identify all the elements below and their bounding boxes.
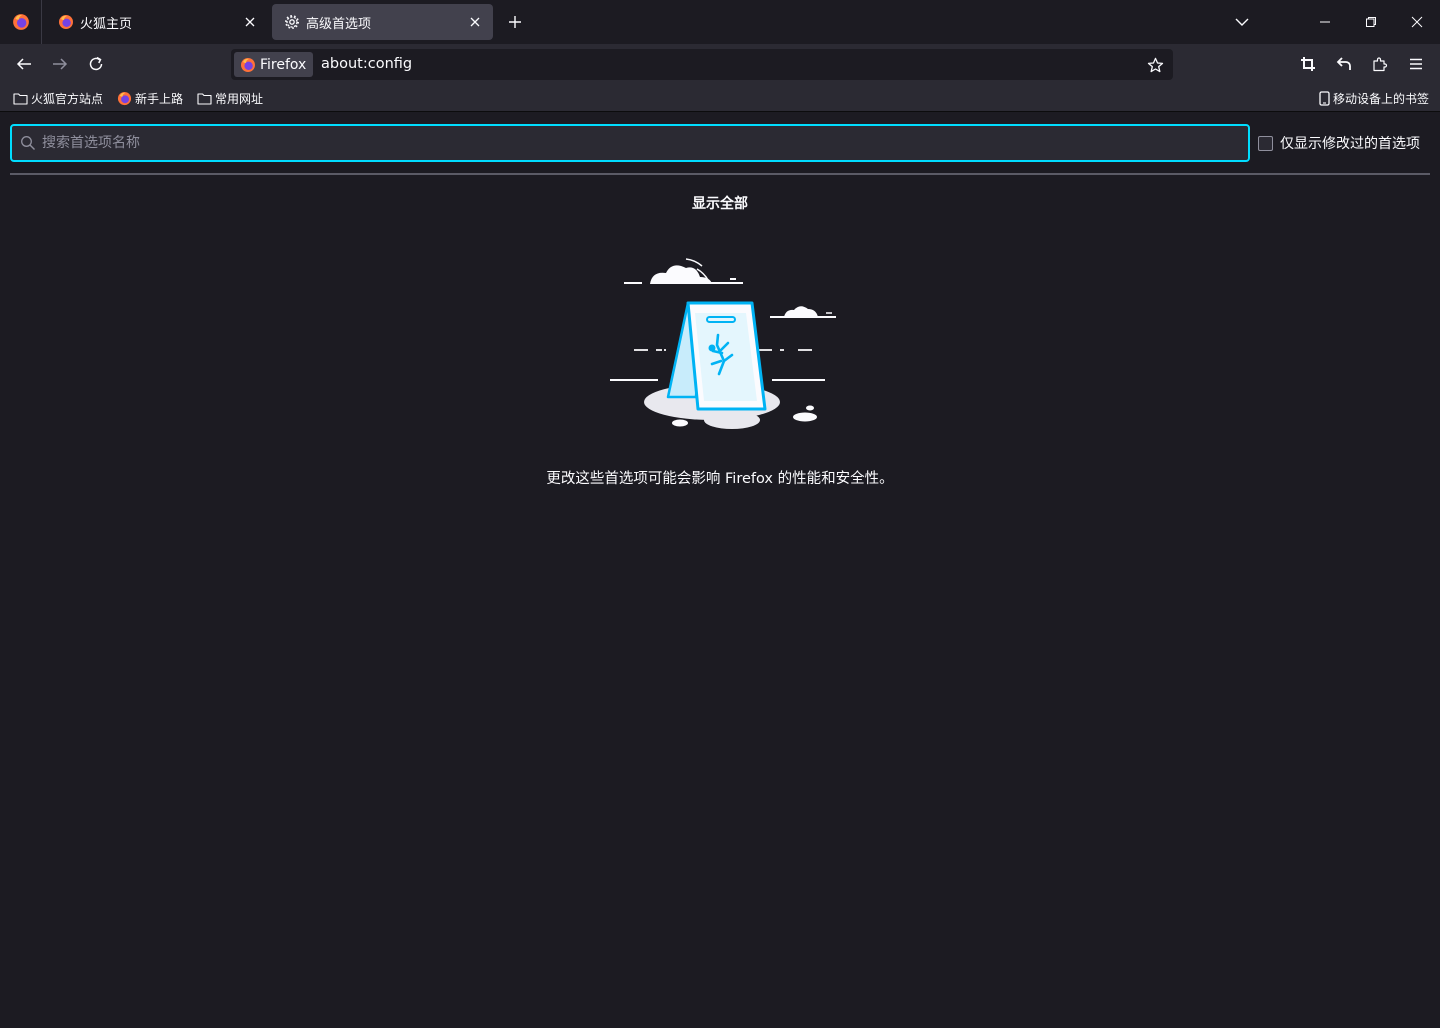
show-modified-only-label: 仅显示修改过的首选项: [1280, 136, 1420, 152]
bookmark-label: 常用网址: [215, 91, 264, 106]
arrow-left-icon: [16, 58, 31, 70]
firefox-logo-icon: [12, 14, 29, 30]
search-box[interactable]: [10, 124, 1250, 162]
bookmark-item-official-site[interactable]: 火狐官方站点: [12, 88, 103, 108]
bookmark-label: 火狐官方站点: [31, 91, 104, 106]
firefox-icon: [58, 14, 74, 30]
crop-icon: [1301, 57, 1315, 71]
mobile-icon: [1316, 90, 1332, 106]
arrow-right-icon: [53, 58, 68, 70]
reload-icon: [89, 56, 103, 71]
show-all-button[interactable]: 显示全部: [0, 193, 1440, 213]
undo-close-tab-button[interactable]: [1330, 50, 1358, 78]
bookmark-item-common-sites[interactable]: 常用网址: [196, 88, 263, 108]
divider: [10, 173, 1430, 175]
url-input[interactable]: about:config: [321, 49, 412, 80]
nav-bar: Firefox about:config: [0, 44, 1440, 84]
identity-box[interactable]: Firefox: [234, 52, 314, 77]
new-tab-button[interactable]: [503, 10, 527, 34]
close-window-button[interactable]: [1394, 0, 1440, 44]
chevron-down-icon: [1235, 18, 1249, 26]
minimize-icon: [1320, 21, 1330, 23]
tab-advanced-preferences[interactable]: 高级首选项: [272, 4, 493, 40]
tab-title: 高级首选项: [306, 16, 372, 32]
restore-icon: [1366, 17, 1376, 27]
folder-icon: [196, 90, 212, 106]
firefox-menu-button[interactable]: [0, 0, 42, 44]
hamburger-menu-icon: [1410, 58, 1422, 70]
close-tab-icon[interactable]: [467, 14, 483, 30]
plus-icon: [509, 16, 521, 28]
bookmark-star-button[interactable]: [1143, 53, 1167, 77]
screenshot-button[interactable]: [1294, 50, 1322, 78]
close-tab-icon[interactable]: [242, 14, 258, 30]
minimize-button[interactable]: [1302, 0, 1348, 44]
firefox-icon: [240, 57, 256, 73]
star-icon: [1147, 57, 1163, 72]
bookmark-label: 移动设备上的书签: [1333, 91, 1430, 106]
back-button[interactable]: [10, 50, 38, 78]
undo-icon: [1336, 57, 1351, 70]
bookmark-item-getting-started[interactable]: 新手上路: [116, 88, 183, 108]
list-all-tabs-button[interactable]: [1219, 0, 1265, 44]
bookmarks-toolbar: 火狐官方站点 新手上路 常用网址 移动设备上的书签: [0, 84, 1440, 112]
restore-button[interactable]: [1348, 0, 1394, 44]
identity-label: Firefox: [260, 56, 307, 73]
tab-strip: 火狐主页 高级首选项: [0, 0, 1440, 44]
config-page: 仅显示修改过的首选项 显示全部 更改这些首选项可能: [0, 113, 1440, 1028]
folder-icon: [12, 90, 28, 106]
close-icon: [1411, 16, 1423, 28]
url-bar[interactable]: Firefox about:config: [231, 49, 1173, 80]
caution-sign-illustration: [610, 258, 836, 429]
show-modified-only-checkbox[interactable]: [1258, 135, 1273, 151]
reload-button[interactable]: [82, 50, 110, 78]
search-icon: [21, 136, 35, 150]
app-menu-button[interactable]: [1402, 50, 1430, 78]
forward-button[interactable]: [46, 50, 74, 78]
bookmark-label: 新手上路: [135, 91, 184, 106]
mobile-bookmarks-folder[interactable]: 移动设备上的书签: [1316, 88, 1429, 108]
tab-title: 火狐主页: [80, 16, 133, 32]
warning-message: 更改这些首选项可能会影响 Firefox 的性能和安全性。: [546, 471, 894, 487]
extensions-button[interactable]: [1366, 50, 1394, 78]
search-input[interactable]: [42, 126, 1242, 160]
gear-icon: [284, 14, 300, 30]
puzzle-icon: [1373, 57, 1388, 72]
firefox-icon: [116, 90, 132, 106]
tab-home[interactable]: 火狐主页: [46, 4, 268, 40]
show-modified-only-toggle[interactable]: 仅显示修改过的首选项: [1258, 133, 1420, 153]
